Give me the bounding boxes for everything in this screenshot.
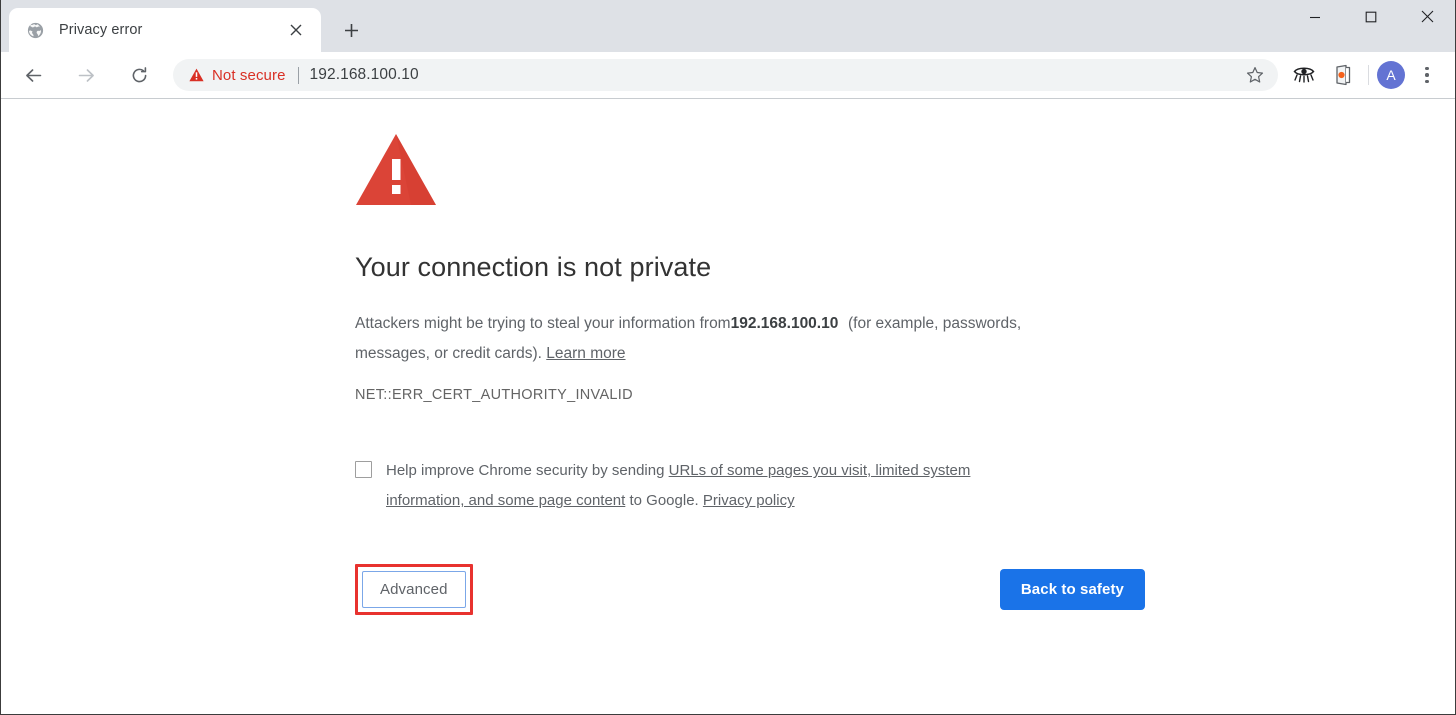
advanced-button[interactable]: Advanced: [362, 571, 466, 609]
menu-dot: [1425, 73, 1429, 77]
door-extension-icon[interactable]: [1326, 59, 1358, 91]
reload-button[interactable]: [121, 57, 157, 93]
optin-label: Help improve Chrome security by sending …: [386, 456, 1035, 516]
close-button[interactable]: [1399, 0, 1455, 33]
browser-window: Privacy error Not secure 192.168.100.10 …: [0, 0, 1456, 715]
minimize-button[interactable]: [1287, 0, 1343, 33]
optin-text-before: Help improve Chrome security by sending: [386, 462, 665, 480]
page-content: Your connection is not private Attackers…: [1, 99, 1455, 714]
red-warning-triangle-icon: [356, 134, 436, 205]
interstitial-body: Attackers might be trying to steal your …: [355, 309, 1055, 369]
new-tab-button[interactable]: [335, 14, 367, 46]
browser-toolbar: Not secure 192.168.100.10 A: [1, 52, 1455, 99]
back-button[interactable]: [15, 57, 51, 93]
back-to-safety-button[interactable]: Back to safety: [999, 569, 1145, 611]
learn-more-link[interactable]: Learn more: [546, 345, 625, 362]
url-text[interactable]: 192.168.100.10: [310, 66, 1240, 84]
omnibox-divider: [297, 66, 299, 84]
profile-avatar[interactable]: A: [1377, 61, 1405, 89]
body-host: 192.168.100.10: [730, 315, 839, 333]
close-icon[interactable]: [283, 17, 309, 43]
page-title: Your connection is not private: [355, 252, 712, 282]
forward-button: [68, 57, 104, 93]
safe-browsing-optin: Help improve Chrome security by sending …: [355, 456, 1035, 516]
menu-dot: [1425, 79, 1429, 84]
tab-privacy-error[interactable]: Privacy error: [9, 8, 321, 52]
globe-icon: [27, 22, 44, 39]
error-code: NET::ERR_CERT_AUTHORITY_INVALID: [355, 387, 633, 404]
star-icon[interactable]: [1240, 60, 1270, 90]
tab-title: Privacy error: [59, 22, 143, 38]
maximize-button[interactable]: [1343, 0, 1399, 33]
ssl-interstitial: Your connection is not private Attackers…: [355, 133, 1145, 616]
interstitial-actions: Advanced Back to safety: [355, 564, 1145, 616]
privacy-policy-link[interactable]: Privacy policy: [703, 492, 795, 509]
address-bar[interactable]: Not secure 192.168.100.10: [173, 59, 1278, 91]
security-status-chip[interactable]: Not secure: [189, 67, 286, 84]
optin-text-after: to Google.: [629, 492, 699, 510]
menu-dot: [1425, 66, 1429, 71]
three-dot-menu-icon[interactable]: [1411, 59, 1443, 91]
eye-extension-icon[interactable]: [1288, 59, 1320, 91]
avatar-initial: A: [1386, 67, 1396, 83]
body-prefix: Attackers might be trying to steal your …: [355, 315, 731, 333]
toolbar-divider: [1368, 65, 1369, 85]
tab-strip: Privacy error: [1, 0, 1455, 52]
warning-triangle-icon: [189, 68, 204, 82]
window-controls: [1287, 0, 1455, 33]
not-secure-label: Not secure: [212, 66, 286, 84]
optin-checkbox[interactable]: [355, 461, 372, 479]
advanced-button-annotation: Advanced: [355, 564, 473, 616]
